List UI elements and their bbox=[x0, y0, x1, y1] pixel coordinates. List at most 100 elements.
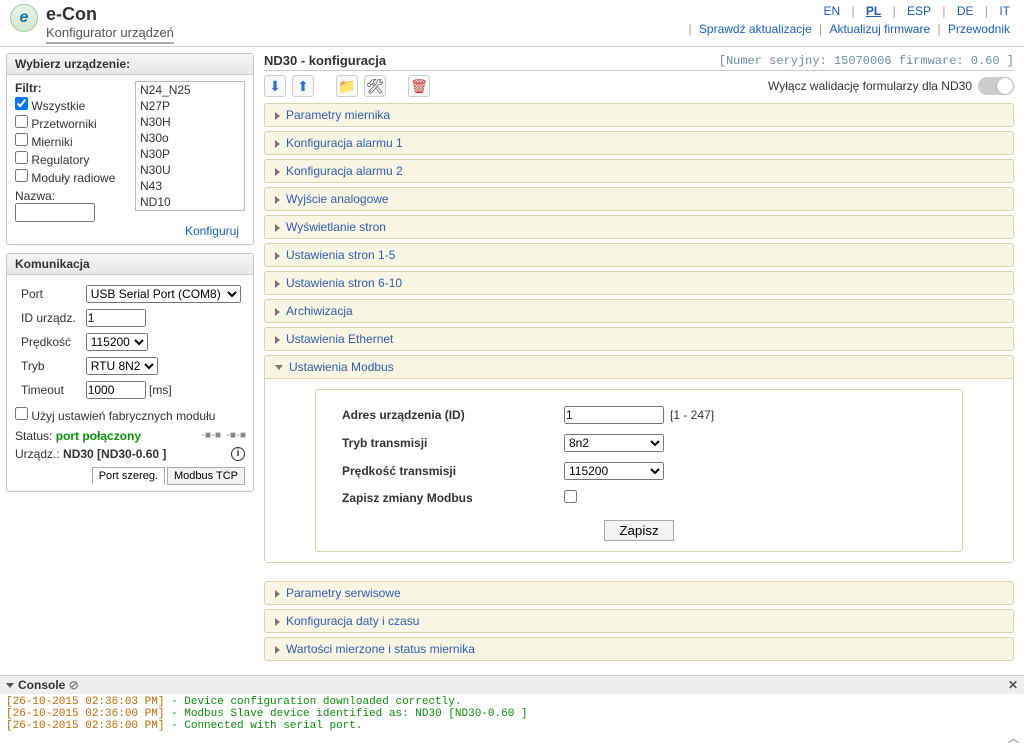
section-header[interactable]: Konfiguracja alarmu 2 bbox=[265, 160, 1013, 182]
mode-label: Tryb bbox=[17, 355, 80, 377]
device-item[interactable]: N30H bbox=[136, 114, 244, 130]
section: Ustawienia Ethernet bbox=[264, 327, 1014, 351]
device-item[interactable]: N30P bbox=[136, 146, 244, 162]
device-item[interactable]: N24_N25 bbox=[136, 82, 244, 98]
section: Parametry miernika bbox=[264, 103, 1014, 127]
filter-checkbox-3[interactable] bbox=[15, 151, 28, 164]
section-header[interactable]: Wyjście analogowe bbox=[265, 188, 1013, 210]
device-item[interactable]: N30o bbox=[136, 130, 244, 146]
tab-modbus-tcp[interactable]: Modbus TCP bbox=[167, 467, 245, 485]
chevron-icon bbox=[275, 618, 280, 626]
name-input[interactable] bbox=[15, 203, 95, 222]
device-item[interactable]: N30U bbox=[136, 162, 244, 178]
section: Wartości mierzone i status miernika bbox=[264, 637, 1014, 661]
filter-4[interactable]: Moduły radiowe bbox=[15, 169, 135, 185]
console-line: [26-10-2015 02:36:03 PM] - Device config… bbox=[6, 696, 1018, 708]
device-panel: Wybierz urządzenie: Filtr: Wszystkie Prz… bbox=[6, 53, 254, 245]
section-header[interactable]: Konfiguracja alarmu 1 bbox=[265, 132, 1013, 154]
device-label: Urządz.: bbox=[15, 447, 60, 461]
port-select[interactable]: USB Serial Port (COM8) bbox=[86, 285, 241, 303]
chevron-icon bbox=[275, 336, 280, 344]
validate-toggle[interactable] bbox=[978, 77, 1014, 95]
console-body: ︿ [26-10-2015 02:36:03 PM] - Device conf… bbox=[0, 694, 1024, 748]
guide-link[interactable]: Przewodnik bbox=[948, 22, 1010, 36]
console-scroll-icon[interactable]: ︿ bbox=[1008, 730, 1022, 746]
section: Ustawienia stron 6-10 bbox=[264, 271, 1014, 295]
status-value: port połączony bbox=[56, 429, 141, 443]
timeout-input[interactable] bbox=[86, 381, 146, 399]
filter-3[interactable]: Regulatory bbox=[15, 151, 135, 167]
chevron-icon bbox=[275, 280, 280, 288]
filter-0[interactable]: Wszystkie bbox=[15, 97, 135, 113]
console-clear-icon[interactable]: ⊘ bbox=[69, 678, 79, 692]
baud-select[interactable]: 115200 bbox=[86, 333, 148, 351]
save-changes-checkbox[interactable] bbox=[564, 490, 577, 503]
open-icon[interactable]: 📁 bbox=[336, 75, 358, 97]
download-icon[interactable]: ⬇ bbox=[264, 75, 286, 97]
lang-esp[interactable]: ESP bbox=[907, 4, 931, 18]
section-header[interactable]: Wartości mierzone i status miernika bbox=[265, 638, 1013, 660]
settings-icon[interactable]: 🛠 bbox=[364, 75, 386, 97]
filter-checkbox-2[interactable] bbox=[15, 133, 28, 146]
section-header[interactable]: Ustawienia Modbus bbox=[265, 356, 1013, 378]
comm-panel: Komunikacja Port USB Serial Port (COM8) … bbox=[6, 253, 254, 492]
brand-title: e-Con bbox=[46, 4, 174, 25]
device-item[interactable]: ND20 bbox=[136, 210, 244, 211]
lang-de[interactable]: DE bbox=[957, 4, 974, 18]
mode-select[interactable]: RTU 8N2 bbox=[86, 357, 158, 375]
update-firmware-link[interactable]: Aktualizuj firmware bbox=[829, 22, 930, 36]
check-updates-link[interactable]: Sprawdź aktualizacje bbox=[699, 22, 812, 36]
device-panel-title: Wybierz urządzenie: bbox=[7, 54, 253, 75]
console-close-icon[interactable]: ✕ bbox=[1008, 678, 1018, 692]
comm-panel-title: Komunikacja bbox=[7, 254, 253, 275]
console: Console ⊘ ✕ ︿ [26-10-2015 02:36:03 PM] -… bbox=[0, 675, 1024, 748]
section-header[interactable]: Konfiguracja daty i czasu bbox=[265, 610, 1013, 632]
lang-pl[interactable]: PL bbox=[866, 4, 881, 18]
section: Konfiguracja alarmu 2 bbox=[264, 159, 1014, 183]
device-item[interactable]: ND10 bbox=[136, 194, 244, 210]
section-header[interactable]: Ustawienia stron 1-5 bbox=[265, 244, 1013, 266]
factory-checkbox-label[interactable]: Użyj ustawień fabrycznych modułu bbox=[15, 409, 215, 423]
id-input[interactable] bbox=[86, 309, 146, 327]
console-toggle-icon[interactable] bbox=[6, 683, 14, 688]
delete-icon[interactable]: 🗑 bbox=[408, 75, 430, 97]
chevron-icon bbox=[275, 646, 280, 654]
lang-it[interactable]: IT bbox=[999, 4, 1010, 18]
configure-link[interactable]: Konfiguruj bbox=[15, 224, 245, 238]
section: Ustawienia Modbus Adres urządzenia (ID) … bbox=[264, 355, 1014, 563]
trans-mode-label: Tryb transmisji bbox=[336, 430, 556, 456]
addr-range: [1 - 247] bbox=[670, 408, 714, 422]
addr-input[interactable] bbox=[564, 406, 664, 424]
sidebar: Wybierz urządzenie: Filtr: Wszystkie Prz… bbox=[0, 47, 260, 665]
section-header[interactable]: Ustawienia Ethernet bbox=[265, 328, 1013, 350]
trans-baud-select[interactable]: 115200 bbox=[564, 462, 664, 480]
brand: e-Con Konfigurator urządzeń bbox=[46, 4, 174, 44]
chevron-icon bbox=[275, 196, 280, 204]
factory-checkbox[interactable] bbox=[15, 407, 28, 420]
language-switch: EN | PL | ESP | DE | IT bbox=[688, 4, 1014, 18]
save-button[interactable]: Zapisz bbox=[604, 520, 673, 541]
upload-icon[interactable]: ⬆ bbox=[292, 75, 314, 97]
chevron-icon bbox=[275, 140, 280, 148]
filter-2[interactable]: Mierniki bbox=[15, 133, 135, 149]
tab-serial[interactable]: Port szereg. bbox=[92, 467, 165, 485]
section: Parametry serwisowe bbox=[264, 581, 1014, 605]
info-icon[interactable]: i bbox=[231, 447, 245, 461]
device-item[interactable]: N27P bbox=[136, 98, 244, 114]
filter-checkbox-4[interactable] bbox=[15, 169, 28, 182]
section: Konfiguracja daty i czasu bbox=[264, 609, 1014, 633]
section-header[interactable]: Ustawienia stron 6-10 bbox=[265, 272, 1013, 294]
filter-1[interactable]: Przetworniki bbox=[15, 115, 135, 131]
filter-checkbox-1[interactable] bbox=[15, 115, 28, 128]
filter-checkbox-0[interactable] bbox=[15, 97, 28, 110]
section-header[interactable]: Archiwizacja bbox=[265, 300, 1013, 322]
lang-en[interactable]: EN bbox=[823, 4, 840, 18]
device-item[interactable]: N43 bbox=[136, 178, 244, 194]
section: Wyświetlanie stron bbox=[264, 215, 1014, 239]
device-list[interactable]: N24_N25N27PN30HN30oN30PN30UN43ND10ND20ND… bbox=[135, 81, 245, 211]
section-header[interactable]: Wyświetlanie stron bbox=[265, 216, 1013, 238]
trans-mode-select[interactable]: 8n2 bbox=[564, 434, 664, 452]
modbus-form: Adres urządzenia (ID) [1 - 247] Tryb tra… bbox=[315, 389, 963, 552]
section-header[interactable]: Parametry miernika bbox=[265, 104, 1013, 126]
section-header[interactable]: Parametry serwisowe bbox=[265, 582, 1013, 604]
